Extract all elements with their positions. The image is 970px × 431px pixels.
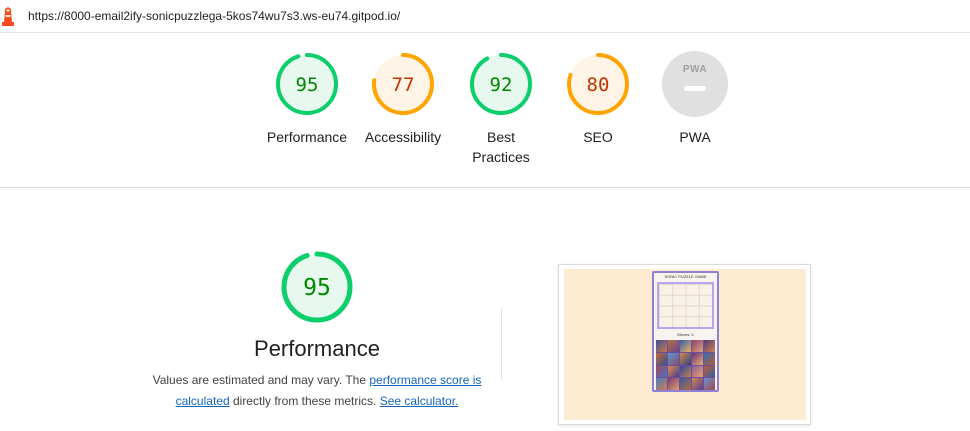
gauge-best-practices-label: Best Practices bbox=[472, 129, 530, 165]
performance-main-gauge: 95 bbox=[279, 249, 355, 330]
gauge-performance[interactable]: 95 Performance bbox=[257, 51, 357, 147]
screenshot-game-panel: SONIC PUZZLE GAME Moves: 0 bbox=[652, 271, 719, 392]
puzzle-tile bbox=[680, 340, 691, 352]
puzzle-tile bbox=[668, 340, 679, 352]
puzzle-tile bbox=[656, 365, 667, 378]
pwa-badge-text: PWA bbox=[682, 64, 708, 75]
puzzle-tile bbox=[656, 340, 667, 352]
puzzle-tile bbox=[680, 378, 691, 390]
description-middle: directly from these metrics. bbox=[229, 394, 380, 408]
screenshot-puzzle-tiles bbox=[656, 340, 715, 390]
gauge-seo-ring: 80 bbox=[567, 53, 629, 115]
puzzle-tile bbox=[668, 352, 679, 365]
category-gauges: 95 Performance 77 Accessibility 92 Best … bbox=[0, 34, 970, 188]
puzzle-tile bbox=[656, 378, 667, 390]
puzzle-tile bbox=[704, 352, 715, 365]
gauge-pwa[interactable]: PWA PWA bbox=[645, 51, 745, 147]
puzzle-tile bbox=[692, 340, 703, 352]
gauge-seo-score: 80 bbox=[587, 74, 610, 96]
final-screenshot[interactable]: SONIC PUZZLE GAME Moves: 0 bbox=[558, 264, 811, 425]
puzzle-tile bbox=[680, 352, 691, 365]
gauge-best-practices-score: 92 bbox=[490, 74, 513, 96]
puzzle-tile bbox=[668, 378, 679, 390]
puzzle-tile bbox=[692, 365, 703, 378]
performance-main-score: 95 bbox=[303, 275, 331, 301]
gauge-accessibility-score: 77 bbox=[392, 74, 415, 96]
screenshot-background: SONIC PUZZLE GAME Moves: 0 bbox=[564, 269, 806, 420]
address-bar: https://8000-email2ify-sonicpuzzlega-5ko… bbox=[0, 0, 970, 33]
gauge-pwa-label: PWA bbox=[679, 129, 711, 145]
screenshot-moves-label: Moves: 0 bbox=[677, 332, 694, 337]
puzzle-tile bbox=[692, 378, 703, 390]
puzzle-tile bbox=[656, 352, 667, 365]
gauge-best-practices[interactable]: 92 Best Practices bbox=[451, 51, 551, 167]
see-calculator-link[interactable]: See calculator. bbox=[380, 394, 459, 408]
page-url[interactable]: https://8000-email2ify-sonicpuzzlega-5ko… bbox=[28, 9, 400, 23]
lighthouse-logo-icon bbox=[2, 7, 14, 26]
gauge-accessibility[interactable]: 77 Accessibility bbox=[353, 51, 453, 147]
gauge-performance-score: 95 bbox=[296, 74, 319, 96]
gauge-performance-label: Performance bbox=[266, 129, 348, 145]
gauge-accessibility-label: Accessibility bbox=[364, 129, 442, 145]
screenshot-page-title: SONIC PUZZLE GAME bbox=[664, 274, 707, 279]
performance-main-ring: 95 bbox=[281, 251, 353, 323]
screenshot-puzzle-board bbox=[657, 282, 714, 329]
puzzle-tile bbox=[704, 378, 715, 390]
puzzle-tile bbox=[668, 365, 679, 378]
puzzle-tile bbox=[704, 365, 715, 378]
performance-heading: Performance bbox=[254, 336, 380, 361]
gauge-performance-ring: 95 bbox=[276, 53, 338, 115]
puzzle-tile bbox=[680, 365, 691, 378]
gauge-seo-label: SEO bbox=[583, 129, 613, 145]
gauge-best-practices-ring: 92 bbox=[470, 53, 532, 115]
gauge-accessibility-ring: 77 bbox=[372, 53, 434, 115]
description-prefix: Values are estimated and may vary. The bbox=[152, 373, 370, 387]
gauge-seo[interactable]: 80 SEO bbox=[548, 51, 648, 147]
pwa-badge-icon: PWA bbox=[662, 51, 728, 117]
vertical-divider bbox=[501, 308, 502, 380]
performance-description: Values are estimated and may vary. The p… bbox=[147, 370, 487, 412]
pwa-dash-icon bbox=[684, 86, 706, 91]
puzzle-tile bbox=[692, 352, 703, 365]
puzzle-tile bbox=[704, 340, 715, 352]
